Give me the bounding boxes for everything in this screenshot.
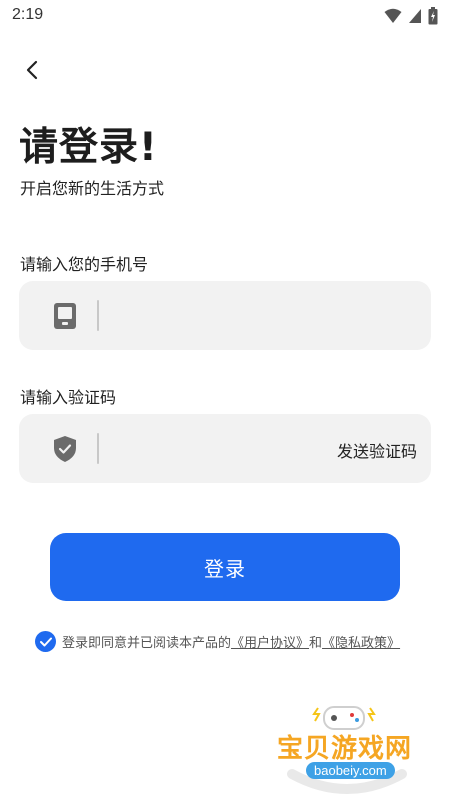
field-divider bbox=[97, 300, 99, 331]
page-title: 请登录! bbox=[19, 125, 158, 170]
send-code-button[interactable]: 发送验证码 bbox=[337, 438, 417, 462]
page-subtitle: 开启您新的生活方式 bbox=[20, 179, 165, 198]
phone-field-label: 请输入您的手机号 bbox=[20, 255, 149, 274]
watermark-url: baobeiy.com bbox=[306, 762, 395, 779]
agreement-row: 登录即同意并已阅读本产品的 《用户协议》和《隐私政策》 bbox=[35, 631, 400, 652]
field-divider bbox=[97, 433, 99, 464]
user-agreement-link[interactable]: 《用户协议》 bbox=[231, 632, 309, 651]
privacy-policy-link[interactable]: 《隐私政策》 bbox=[322, 632, 400, 651]
watermark-title: 宝贝游戏网 bbox=[277, 734, 413, 764]
watermark-logo: 宝贝游戏网 baobeiy.com bbox=[272, 704, 422, 796]
chevron-left-icon bbox=[26, 60, 38, 80]
agreement-checkbox[interactable] bbox=[35, 631, 56, 652]
status-time: 2:19 bbox=[12, 6, 44, 23]
code-input[interactable] bbox=[111, 428, 321, 468]
back-button[interactable] bbox=[16, 54, 48, 86]
wifi-icon bbox=[384, 8, 402, 23]
status-icons bbox=[384, 7, 438, 25]
phone-icon bbox=[52, 303, 78, 329]
phone-input[interactable] bbox=[111, 295, 321, 335]
check-icon bbox=[39, 637, 52, 646]
agreement-conjunction: 和 bbox=[309, 636, 323, 651]
code-field-label: 请输入验证码 bbox=[20, 388, 117, 407]
shield-check-icon bbox=[52, 436, 78, 462]
status-bar: 2:19 bbox=[0, 0, 450, 32]
battery-icon bbox=[428, 7, 438, 25]
agreement-text: 登录即同意并已阅读本产品的 bbox=[62, 636, 232, 651]
signal-icon bbox=[409, 9, 421, 23]
phone-field[interactable] bbox=[19, 281, 431, 350]
login-button[interactable]: 登录 bbox=[50, 533, 400, 601]
code-field[interactable]: 发送验证码 bbox=[19, 414, 431, 483]
